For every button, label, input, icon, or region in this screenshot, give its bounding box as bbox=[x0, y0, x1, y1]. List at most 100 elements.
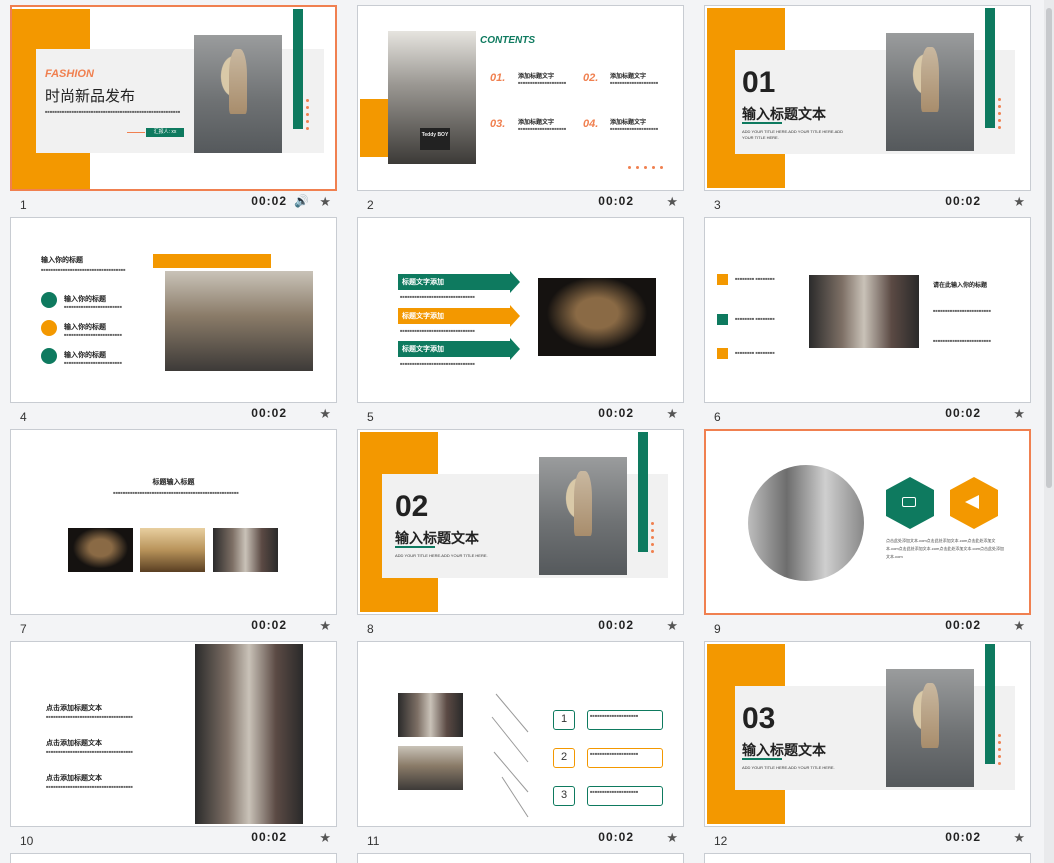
slide-duration: 00:02 bbox=[251, 194, 287, 208]
section-number: 03 bbox=[742, 702, 776, 735]
item-number: 04. bbox=[583, 118, 599, 130]
slide-9[interactable]: 点击此处添加文本.com点击此处添加文本.com点击此处添加文本.com点击此处… bbox=[704, 429, 1031, 615]
star-icon[interactable]: ★ bbox=[319, 194, 331, 210]
star-icon[interactable]: ★ bbox=[1013, 406, 1025, 422]
slide-2[interactable]: Teddy BOY CONTENTS 01. 添加标题文字 ■■■■■■■■■■… bbox=[357, 5, 684, 191]
slide-thumb-2[interactable]: Teddy BOY CONTENTS 01. 添加标题文字 ■■■■■■■■■■… bbox=[357, 5, 684, 217]
slide-1[interactable]: FASHION 时尚新品发布 ■■■■■■■■■■■■■■■■■■■■■■■■■… bbox=[10, 5, 337, 191]
star-icon[interactable]: ★ bbox=[666, 406, 678, 422]
slide-thumb-14[interactable] bbox=[357, 853, 684, 863]
star-icon[interactable]: ★ bbox=[1013, 194, 1025, 210]
store-photo bbox=[165, 271, 313, 371]
step-number: 2 bbox=[553, 748, 575, 768]
slide-duration: 00:02 bbox=[598, 194, 634, 208]
slide-11[interactable]: 1 ■■■■■■■■■■■■■■■■■■■■ 2 ■■■■■■■■■■■■■■■… bbox=[357, 641, 684, 827]
star-icon[interactable]: ★ bbox=[666, 830, 678, 846]
mannequin-photo bbox=[886, 669, 974, 787]
slide-thumb-13[interactable] bbox=[10, 853, 337, 863]
mannequin-photo bbox=[886, 33, 974, 151]
step-number: 1 bbox=[553, 710, 575, 730]
clothes-rack-photo bbox=[748, 465, 864, 581]
body-text: 点击此处添加文本.com点击此处添加文本.com点击此处添加文本.com点击此处… bbox=[886, 538, 1005, 559]
slide-number: 10 bbox=[20, 834, 34, 848]
star-icon[interactable]: ★ bbox=[1013, 830, 1025, 846]
slide-thumb-12[interactable]: 03 输入标题文本 ADD YOUR TITLE HERE.ADD YOUR T… bbox=[704, 641, 1031, 853]
star-icon[interactable]: ★ bbox=[666, 194, 678, 210]
star-icon[interactable]: ★ bbox=[319, 618, 331, 634]
slide-thumb-10[interactable]: 点击添加标题文本 ■■■■■■■■■■■■■■■■■■■■■■■■■■■■■■■… bbox=[10, 641, 337, 853]
star-icon[interactable]: ★ bbox=[319, 406, 331, 422]
slide-number: 5 bbox=[367, 410, 374, 424]
slide-number: 11 bbox=[367, 834, 380, 848]
section-sub: ADD YOUR TITLE HERE.ADD YOUR TITLE HERE. bbox=[742, 765, 835, 770]
star-icon[interactable]: ★ bbox=[319, 830, 331, 846]
section-title: 输入标题文本 bbox=[742, 742, 826, 758]
slide-thumb-6[interactable]: ■■■■■■■■ ■■■■■■■■ ■■■■■■■■ ■■■■■■■■ ■■■■… bbox=[704, 217, 1031, 429]
slide-10[interactable]: 点击添加标题文本 ■■■■■■■■■■■■■■■■■■■■■■■■■■■■■■■… bbox=[10, 641, 337, 827]
body-text: ■■■■■■■■■■■■■■■■■■■■■■■■■■■■■■■■■■■■■■■■… bbox=[45, 109, 181, 114]
slide-duration: 00:02 bbox=[945, 406, 981, 420]
scrollbar-thumb[interactable] bbox=[1046, 8, 1052, 488]
star-icon[interactable]: ★ bbox=[1013, 618, 1025, 634]
slide-5[interactable]: 标题文字添加 ■■■■■■■■■■■■■■■■■■■■■■■■■■■■■■■ 标… bbox=[357, 217, 684, 403]
slide-number: 9 bbox=[714, 622, 721, 636]
step-number: 3 bbox=[553, 786, 575, 806]
section-sub: ADD YOUR TITLE HERE.ADD YOUR TITLE HERE.… bbox=[742, 129, 844, 140]
teddy-sign: Teddy BOY bbox=[420, 128, 450, 150]
gear-icon bbox=[41, 320, 57, 336]
item-title: 添加标题文字 bbox=[518, 74, 555, 80]
slide-thumb-9[interactable]: 点击此处添加文本.com点击此处添加文本.com点击此处添加文本.com点击此处… bbox=[704, 429, 1031, 641]
edit-icon bbox=[41, 348, 57, 364]
slide-4[interactable]: 输入你的标题 ■■■■■■■■■■■■■■■■■■■■■■■■■■■■■■■■■… bbox=[10, 217, 337, 403]
slide-thumb-15[interactable] bbox=[704, 853, 1031, 863]
green-bar bbox=[985, 8, 995, 128]
slide-sorter: FASHION 时尚新品发布 ■■■■■■■■■■■■■■■■■■■■■■■■■… bbox=[0, 0, 1054, 863]
dots-decoration bbox=[628, 156, 668, 174]
section-number: 02 bbox=[395, 490, 429, 523]
section-number: 01 bbox=[742, 66, 776, 99]
slide-number: 8 bbox=[367, 622, 374, 636]
slide-duration: 00:02 bbox=[945, 618, 981, 632]
slide-3[interactable]: 01 输入标题文本 ADD YOUR TITLE HERE.ADD YOUR T… bbox=[704, 5, 1031, 191]
reporter-badge: 汇报人: xx bbox=[146, 128, 184, 137]
item-title: 添加标题文字 bbox=[518, 120, 555, 126]
slide-thumb-8[interactable]: 02 输入标题文本 ADD YOUR TITLE HERE.ADD YOUR T… bbox=[357, 429, 684, 641]
diagonal-lines bbox=[491, 693, 529, 818]
green-bar bbox=[293, 9, 303, 129]
slide-12[interactable]: 03 输入标题文本 ADD YOUR TITLE HERE.ADD YOUR T… bbox=[704, 641, 1031, 827]
window-display-photo bbox=[809, 275, 919, 348]
slide-duration: 00:02 bbox=[945, 194, 981, 208]
slide-number: 7 bbox=[20, 622, 27, 636]
slide-duration: 00:02 bbox=[251, 406, 287, 420]
slide-title: 时尚新品发布 bbox=[45, 88, 136, 105]
slide-thumb-5[interactable]: 标题文字添加 ■■■■■■■■■■■■■■■■■■■■■■■■■■■■■■■ 标… bbox=[357, 217, 684, 429]
vertical-scrollbar[interactable] bbox=[1044, 0, 1054, 863]
slide-7[interactable]: 标题输入标题 ■■■■■■■■■■■■■■■■■■■■■■■■■■■■■■■■■… bbox=[10, 429, 337, 615]
dots-decoration bbox=[306, 99, 309, 134]
slide-thumb-11[interactable]: 1 ■■■■■■■■■■■■■■■■■■■■ 2 ■■■■■■■■■■■■■■■… bbox=[357, 641, 684, 853]
slide-number: 6 bbox=[714, 410, 721, 424]
chart-icon bbox=[41, 292, 57, 308]
slide-thumb-1[interactable]: FASHION 时尚新品发布 ■■■■■■■■■■■■■■■■■■■■■■■■■… bbox=[10, 5, 337, 217]
slide-duration: 00:02 bbox=[251, 830, 287, 844]
slide-8[interactable]: 02 输入标题文本 ADD YOUR TITLE HERE.ADD YOUR T… bbox=[357, 429, 684, 615]
arrow-banner-2: 标题文字添加 bbox=[398, 305, 520, 327]
photo-2 bbox=[398, 746, 463, 790]
mannequin-photo bbox=[194, 35, 282, 153]
green-bar bbox=[638, 432, 648, 552]
slide-duration: 00:02 bbox=[598, 618, 634, 632]
slide-6[interactable]: ■■■■■■■■ ■■■■■■■■ ■■■■■■■■ ■■■■■■■■ ■■■■… bbox=[704, 217, 1031, 403]
slide-duration: 00:02 bbox=[598, 830, 634, 844]
slide-thumb-4[interactable]: 输入你的标题 ■■■■■■■■■■■■■■■■■■■■■■■■■■■■■■■■■… bbox=[10, 217, 337, 429]
photo-1 bbox=[68, 528, 133, 572]
slide-duration: 00:02 bbox=[945, 830, 981, 844]
star-icon[interactable]: ★ bbox=[666, 618, 678, 634]
speaker-icon[interactable]: 🔊 bbox=[294, 194, 309, 208]
slide-thumb-7[interactable]: 标题输入标题 ■■■■■■■■■■■■■■■■■■■■■■■■■■■■■■■■■… bbox=[10, 429, 337, 641]
slide-number: 12 bbox=[714, 834, 728, 848]
section-title: 输入标题文本 bbox=[742, 106, 826, 122]
slide-number: 1 bbox=[20, 198, 27, 212]
item-number: 02. bbox=[583, 72, 599, 84]
slide-thumb-3[interactable]: 01 输入标题文本 ADD YOUR TITLE HERE.ADD YOUR T… bbox=[704, 5, 1031, 217]
boutique-window-photo bbox=[195, 644, 303, 824]
